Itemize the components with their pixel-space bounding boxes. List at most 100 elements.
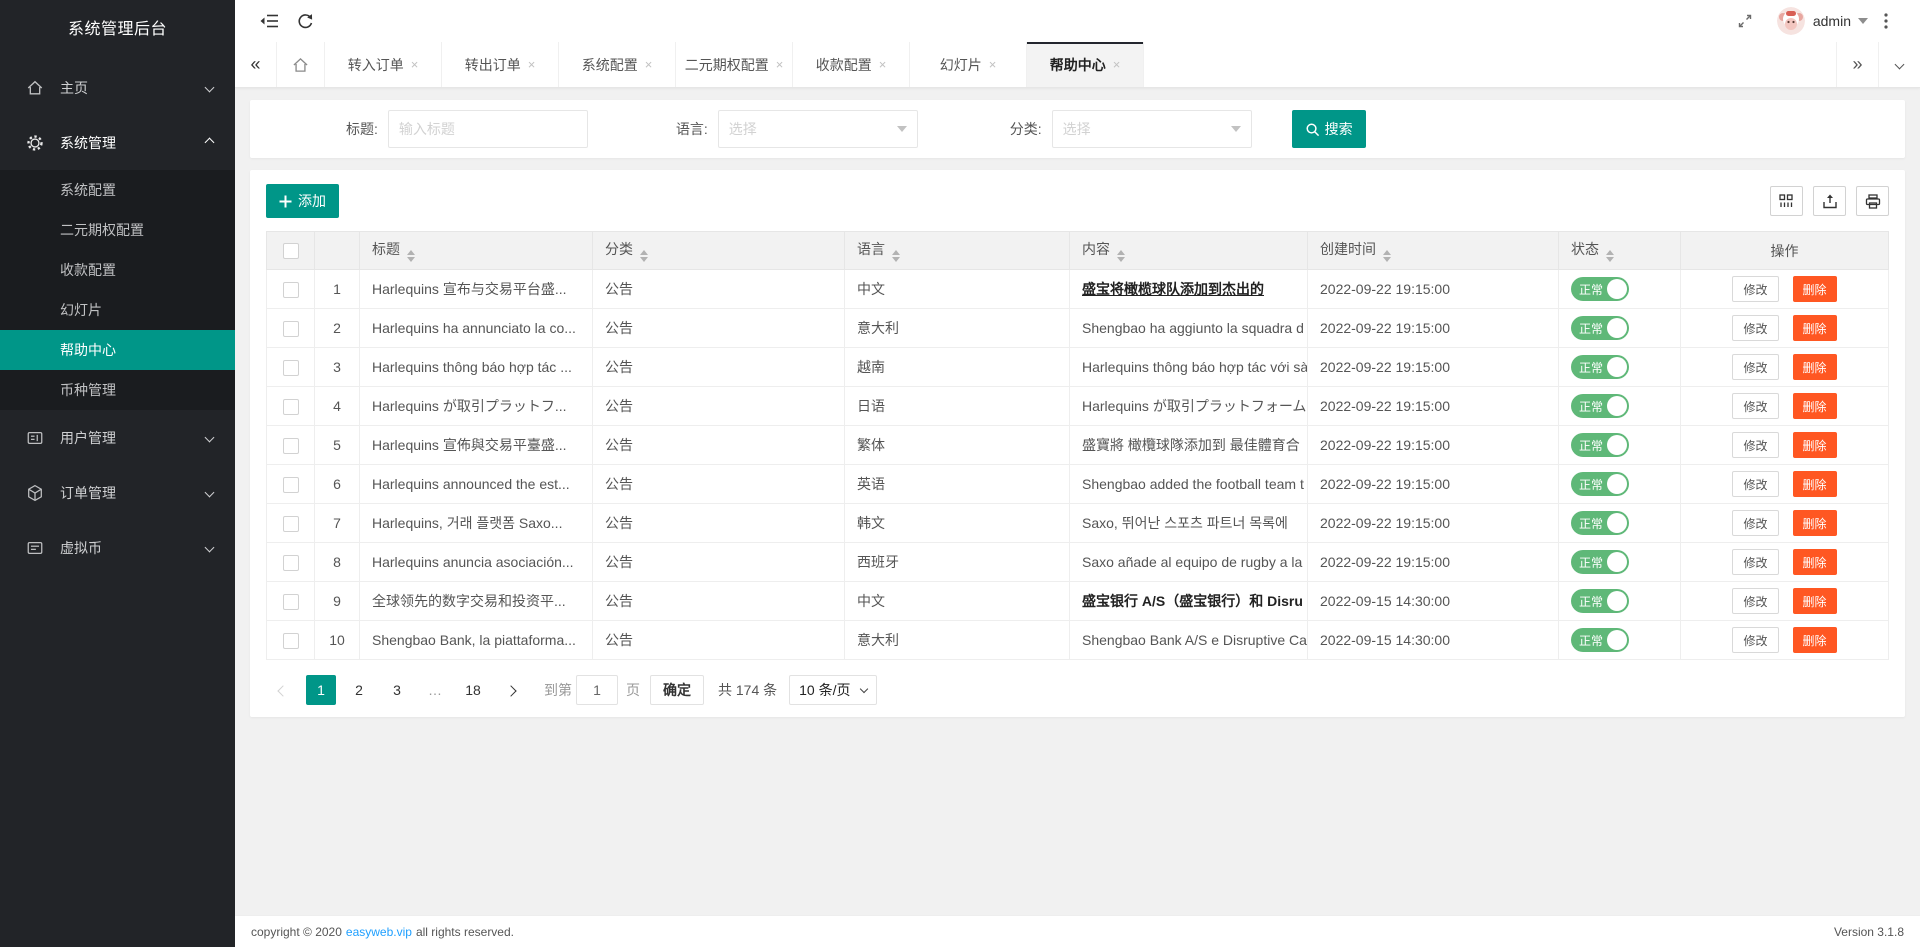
delete-button[interactable]: 删除	[1793, 588, 1837, 614]
tab-1[interactable]: 转入订单×	[325, 42, 442, 87]
close-icon[interactable]: ×	[776, 57, 784, 72]
row-checkbox[interactable]	[283, 477, 299, 493]
close-icon[interactable]: ×	[411, 57, 419, 72]
tab-7[interactable]: 帮助中心×	[1027, 42, 1144, 87]
row-checkbox[interactable]	[283, 633, 299, 649]
edit-button[interactable]: 修改	[1732, 315, 1778, 341]
close-icon[interactable]: ×	[989, 57, 997, 72]
fullscreen-icon[interactable]	[1727, 0, 1763, 42]
prev-page-button[interactable]	[268, 675, 298, 705]
easyweb-link[interactable]: easyweb.vip	[346, 925, 412, 939]
print-button[interactable]	[1856, 186, 1889, 216]
user-menu[interactable]: admin	[1813, 13, 1868, 29]
search-button[interactable]: 搜索	[1292, 110, 1366, 148]
status-toggle[interactable]: 正常	[1571, 355, 1629, 379]
status-toggle[interactable]: 正常	[1571, 277, 1629, 301]
sidebar-subitem[interactable]: 幻灯片	[0, 290, 235, 330]
tab-home[interactable]	[277, 42, 325, 87]
sidebar-item-orders[interactable]: 订单管理	[0, 465, 235, 520]
tab-2[interactable]: 转出订单×	[442, 42, 559, 87]
confirm-button[interactable]: 确定	[650, 675, 704, 705]
next-page-button[interactable]	[496, 675, 526, 705]
tabs-scroll-left-button[interactable]: «	[235, 42, 277, 87]
delete-button[interactable]: 删除	[1793, 276, 1837, 302]
row-checkbox[interactable]	[283, 399, 299, 415]
sidebar-item-virtual[interactable]: 虚拟币	[0, 520, 235, 575]
edit-button[interactable]: 修改	[1732, 549, 1778, 575]
edit-button[interactable]: 修改	[1732, 588, 1778, 614]
tab-6[interactable]: 幻灯片×	[910, 42, 1027, 87]
delete-button[interactable]: 删除	[1793, 354, 1837, 380]
edit-button[interactable]: 修改	[1732, 276, 1778, 302]
sidebar-subitem[interactable]: 二元期权配置	[0, 210, 235, 250]
delete-button[interactable]: 删除	[1793, 471, 1837, 497]
export-button[interactable]	[1813, 186, 1846, 216]
delete-button[interactable]: 删除	[1793, 315, 1837, 341]
language-select[interactable]: 选择	[718, 110, 918, 148]
sort-control[interactable]	[1606, 250, 1614, 262]
tabs-menu-button[interactable]	[1878, 42, 1920, 87]
close-icon[interactable]: ×	[879, 57, 887, 72]
row-checkbox[interactable]	[283, 555, 299, 571]
collapse-sidebar-icon[interactable]	[251, 0, 287, 42]
row-checkbox[interactable]	[283, 438, 299, 454]
row-checkbox[interactable]	[283, 321, 299, 337]
tabs-scroll-right-button[interactable]: »	[1836, 42, 1878, 87]
delete-button[interactable]: 删除	[1793, 510, 1837, 536]
close-icon[interactable]: ×	[1113, 57, 1121, 72]
edit-button[interactable]: 修改	[1732, 354, 1778, 380]
sidebar-item-home[interactable]: 主页	[0, 60, 235, 115]
row-checkbox[interactable]	[283, 516, 299, 532]
row-checkbox[interactable]	[283, 594, 299, 610]
delete-button[interactable]: 删除	[1793, 627, 1837, 653]
add-button[interactable]: 添加	[266, 184, 339, 218]
sidebar-subitem[interactable]: 收款配置	[0, 250, 235, 290]
columns-filter-button[interactable]	[1770, 186, 1803, 216]
sort-control[interactable]	[407, 250, 415, 262]
close-icon[interactable]: ×	[645, 57, 653, 72]
page-button[interactable]: 18	[458, 675, 488, 705]
delete-button[interactable]: 删除	[1793, 549, 1837, 575]
more-menu-icon[interactable]	[1868, 0, 1904, 42]
status-toggle[interactable]: 正常	[1571, 433, 1629, 457]
tab-3[interactable]: 系统配置×	[559, 42, 676, 87]
row-checkbox[interactable]	[283, 360, 299, 376]
status-toggle[interactable]: 正常	[1571, 589, 1629, 613]
delete-button[interactable]: 删除	[1793, 393, 1837, 419]
page-button[interactable]: 3	[382, 675, 412, 705]
sidebar-subitem[interactable]: 系统配置	[0, 170, 235, 210]
row-checkbox[interactable]	[283, 282, 299, 298]
tab-4[interactable]: 二元期权配置×	[676, 42, 793, 87]
status-toggle[interactable]: 正常	[1571, 550, 1629, 574]
avatar[interactable]	[1777, 7, 1805, 35]
edit-button[interactable]: 修改	[1732, 471, 1778, 497]
select-all-checkbox[interactable]	[283, 243, 299, 259]
edit-button[interactable]: 修改	[1732, 627, 1778, 653]
page-button[interactable]: 2	[344, 675, 374, 705]
title-input[interactable]	[388, 110, 588, 148]
status-toggle[interactable]: 正常	[1571, 511, 1629, 535]
status-toggle[interactable]: 正常	[1571, 628, 1629, 652]
sort-control[interactable]	[640, 250, 648, 262]
sort-control[interactable]	[1117, 250, 1125, 262]
per-page-select[interactable]: 10 条/页	[789, 675, 876, 705]
status-toggle[interactable]: 正常	[1571, 472, 1629, 496]
status-toggle[interactable]: 正常	[1571, 316, 1629, 340]
sidebar-item-users[interactable]: 用户管理	[0, 410, 235, 465]
tab-5[interactable]: 收款配置×	[793, 42, 910, 87]
refresh-icon[interactable]	[287, 0, 323, 42]
delete-button[interactable]: 删除	[1793, 432, 1837, 458]
page-button[interactable]: 1	[306, 675, 336, 705]
sort-control[interactable]	[1383, 250, 1391, 262]
edit-button[interactable]: 修改	[1732, 393, 1778, 419]
sort-control[interactable]	[892, 250, 900, 262]
close-icon[interactable]: ×	[528, 57, 536, 72]
sidebar-subitem[interactable]: 帮助中心	[0, 330, 235, 370]
sidebar-item-system[interactable]: 系统管理	[0, 115, 235, 170]
status-toggle[interactable]: 正常	[1571, 394, 1629, 418]
edit-button[interactable]: 修改	[1732, 510, 1778, 536]
category-select[interactable]: 选择	[1052, 110, 1252, 148]
edit-button[interactable]: 修改	[1732, 432, 1778, 458]
goto-page-input[interactable]	[576, 675, 618, 705]
sidebar-subitem[interactable]: 币种管理	[0, 370, 235, 410]
